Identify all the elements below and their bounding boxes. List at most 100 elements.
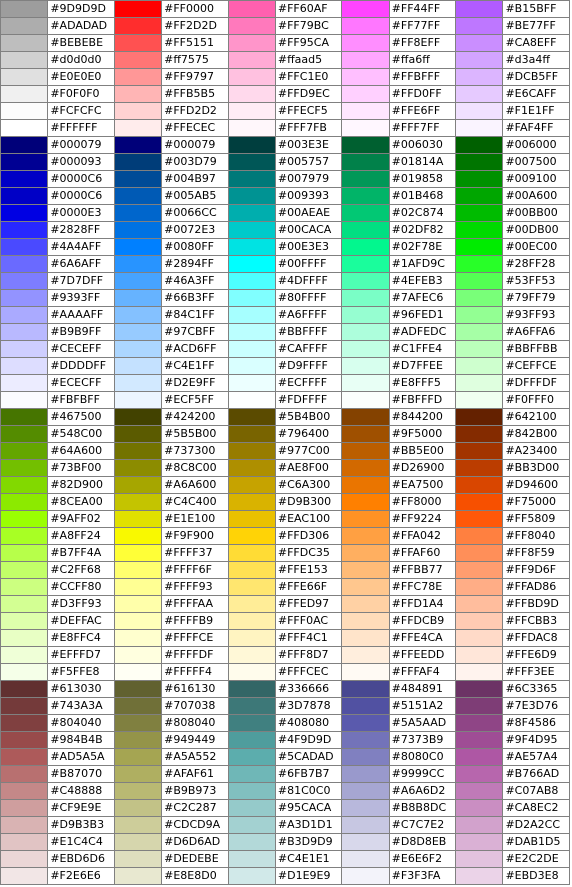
palette-row: #E0E0E0 #FF9797 #FFC1E0 #FFBFFF #DCB5FF: [0, 68, 570, 86]
color-hex-label: #FFE6D9: [502, 646, 570, 664]
color-hex-label: #CAFFFF: [274, 340, 343, 358]
color-hex-label: #F3F3FA: [388, 867, 457, 885]
color-hex-label: #FFFF93: [161, 578, 229, 596]
color-hex-label: #BE77FF: [502, 17, 570, 35]
color-swatch: [341, 850, 390, 868]
color-swatch: [0, 425, 49, 443]
color-swatch: [227, 867, 276, 885]
color-swatch: [113, 816, 163, 834]
color-swatch: [0, 85, 49, 103]
color-swatch: [341, 442, 390, 460]
color-hex-label: #743A3A: [47, 697, 115, 715]
color-hex-label: #46A3FF: [161, 272, 229, 290]
color-swatch: [341, 374, 390, 392]
color-hex-label: #E1C4C4: [47, 833, 115, 851]
color-swatch: [455, 612, 504, 630]
color-swatch: [113, 85, 163, 103]
color-swatch: [455, 68, 504, 86]
color-swatch: [341, 714, 390, 732]
color-hex-label: #28FF28: [502, 255, 570, 273]
color-hex-label: #A6FFFF: [274, 306, 343, 324]
color-swatch: [0, 646, 49, 664]
color-hex-label: #E0E0E0: [47, 68, 115, 86]
color-swatch: [455, 119, 504, 137]
color-swatch: [227, 187, 276, 205]
color-swatch: [227, 85, 276, 103]
color-swatch: [455, 204, 504, 222]
color-swatch: [341, 731, 390, 749]
color-swatch: [113, 646, 163, 664]
color-hex-label: #FF95CA: [274, 34, 343, 52]
color-swatch: [113, 850, 163, 868]
color-swatch: [113, 867, 163, 885]
color-swatch: [0, 595, 49, 613]
color-hex-label: #ff7575: [161, 51, 229, 69]
color-hex-label: #003D79: [161, 153, 229, 171]
color-hex-label: #4EFEB3: [388, 272, 457, 290]
palette-row: #BEBEBE #FF5151 #FF95CA #FF8EFF #CA8EFF: [0, 34, 570, 52]
color-swatch: [113, 663, 163, 681]
color-hex-label: #FBFFFD: [388, 391, 457, 409]
color-hex-label: #B7FF4A: [47, 544, 115, 562]
color-swatch: [341, 833, 390, 851]
color-hex-label: #FF60AF: [274, 0, 343, 18]
palette-row: #DDDDFF #C4E1FF #D9FFFF #D7FFEE #CEFFCE: [0, 357, 570, 375]
palette-row: #F0F0F0 #FFB5B5 #FFD9EC #FFD0FF #E6CAFF: [0, 85, 570, 103]
color-hex-label: #FFF0AC: [274, 612, 343, 630]
color-hex-label: #949449: [161, 731, 229, 749]
color-swatch: [113, 612, 163, 630]
color-hex-label: #007979: [274, 170, 343, 188]
color-hex-label: #ADFEDC: [388, 323, 457, 341]
palette-row: #0000C6 #005AB5 #009393 #01B468 #00A600: [0, 187, 570, 205]
color-hex-label: #9F4D95: [502, 731, 570, 749]
color-hex-label: #FDFFFF: [274, 391, 343, 409]
color-hex-label: #408080: [274, 714, 343, 732]
color-hex-label: #A8FF24: [47, 527, 115, 545]
color-swatch: [227, 238, 276, 256]
color-hex-label: #BB5E00: [388, 442, 457, 460]
color-hex-label: #C4C400: [161, 493, 229, 511]
color-swatch: [341, 187, 390, 205]
color-swatch: [113, 680, 163, 698]
color-hex-label: #FF5151: [161, 34, 229, 52]
color-hex-label: #B87070: [47, 765, 115, 783]
color-hex-label: #DEFFAC: [47, 612, 115, 630]
palette-row: #804040 #808040 #408080 #5A5AAD #8F4586: [0, 714, 570, 732]
color-hex-label: #DFFFDF: [502, 374, 570, 392]
palette-row: #AD5A5A #A5A552 #5CADAD #8080C0 #AE57A4: [0, 748, 570, 766]
color-swatch: [455, 85, 504, 103]
color-hex-label: #02F78E: [388, 238, 457, 256]
color-swatch: [0, 204, 49, 222]
color-swatch: [341, 629, 390, 647]
palette-row: #EFFFD7 #FFFFDF #FFF8D7 #FFEEDD #FFE6D9: [0, 646, 570, 664]
color-swatch: [227, 255, 276, 273]
palette-row: #64A600 #737300 #977C00 #BB5E00 #A23400: [0, 442, 570, 460]
color-swatch: [341, 663, 390, 681]
color-hex-label: #A6A6D2: [388, 782, 457, 800]
color-hex-label: #007500: [502, 153, 570, 171]
palette-row: #ADADAD #FF2D2D #FF79BC #FF77FF #BE77FF: [0, 17, 570, 35]
color-swatch: [0, 68, 49, 86]
color-hex-label: #B15BFF: [502, 0, 570, 18]
color-hex-label: #E6CAFF: [502, 85, 570, 103]
color-swatch: [455, 425, 504, 443]
color-swatch: [227, 221, 276, 239]
color-swatch: [341, 476, 390, 494]
color-hex-label: #00E3E3: [274, 238, 343, 256]
color-swatch: [455, 765, 504, 783]
color-hex-label: #FFFF6F: [161, 561, 229, 579]
color-hex-label: #97CBFF: [161, 323, 229, 341]
color-hex-label: #CA8EC2: [502, 799, 570, 817]
color-swatch: [455, 391, 504, 409]
color-swatch: [341, 612, 390, 630]
color-hex-label: #02DF82: [388, 221, 457, 239]
color-hex-label: #E8FFF5: [388, 374, 457, 392]
color-swatch: [0, 153, 49, 171]
color-hex-label: #82D900: [47, 476, 115, 494]
palette-row: #E8FFC4 #FFFFCE #FFF4C1 #FFE4CA #FFDAC8: [0, 629, 570, 647]
color-hex-label: #4DFFFF: [274, 272, 343, 290]
color-hex-label: #0080FF: [161, 238, 229, 256]
color-hex-label: #B9B9FF: [47, 323, 115, 341]
color-hex-label: #F2E6E6: [47, 867, 115, 885]
color-swatch: [113, 51, 163, 69]
